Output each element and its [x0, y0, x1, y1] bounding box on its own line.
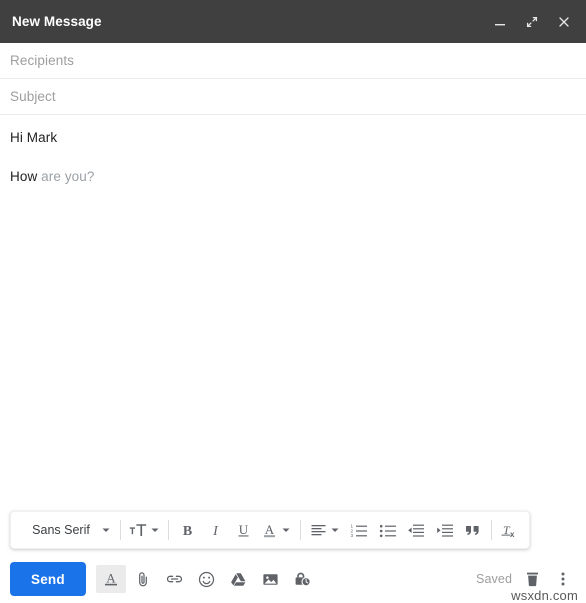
message-body[interactable]: Hi Mark How are you? [0, 115, 586, 511]
bottom-action-bar: Send A Saved [0, 555, 586, 603]
subject-field[interactable]: Subject [0, 79, 586, 115]
typed-text: How [10, 169, 38, 184]
indent-less-icon[interactable] [405, 516, 426, 544]
formatting-toolbar-wrapper: Sans Serif B I U A 1 2 3 T x [0, 511, 586, 555]
toolbar-divider [490, 520, 492, 540]
text-color-icon[interactable]: A [259, 516, 280, 544]
send-button[interactable]: Send [10, 562, 86, 596]
close-icon[interactable] [555, 13, 573, 31]
body-line-greeting: Hi Mark [10, 130, 58, 145]
watermark: wsxdn.com [511, 588, 578, 603]
minimize-icon[interactable] [491, 13, 509, 31]
underline-icon[interactable]: U [233, 516, 254, 544]
formatting-toolbar: Sans Serif B I U A 1 2 3 T x [10, 511, 530, 549]
svg-text:A: A [106, 571, 116, 586]
expand-icon[interactable] [523, 13, 541, 31]
svg-text:U: U [239, 522, 249, 537]
toolbar-divider [299, 520, 301, 540]
window-controls [491, 13, 573, 31]
titlebar: New Message [0, 0, 586, 43]
window-title: New Message [12, 14, 102, 29]
font-family-chevron-down-icon[interactable] [100, 525, 113, 535]
attachment-icon[interactable] [128, 565, 158, 593]
bulleted-list-icon[interactable] [377, 516, 398, 544]
smart-compose-suggestion: are you? [37, 169, 95, 184]
bold-icon[interactable]: B [176, 516, 197, 544]
emoji-icon[interactable] [192, 565, 222, 593]
align-left-icon[interactable] [308, 516, 329, 544]
remove-formatting-icon[interactable]: T x [499, 516, 520, 544]
text-color-chevron-down-icon[interactable] [280, 525, 293, 535]
svg-text:A: A [265, 522, 275, 537]
recipients-placeholder: Recipients [10, 53, 75, 68]
compose-tool-icons: A [95, 565, 318, 593]
google-drive-icon[interactable] [224, 565, 254, 593]
text-size-chevron-down-icon[interactable] [149, 525, 162, 535]
numbered-list-icon[interactable]: 1 2 3 [349, 516, 370, 544]
photo-icon[interactable] [256, 565, 286, 593]
saved-status: Saved [476, 572, 512, 586]
svg-text:x: x [510, 530, 515, 539]
link-icon[interactable] [160, 565, 190, 593]
svg-text:3: 3 [351, 533, 354, 538]
body-line-smart-compose: How are you? [10, 167, 576, 186]
toolbar-divider [119, 520, 121, 540]
compose-window: New Message Recipients Subject Hi Mark H… [0, 0, 586, 603]
formatting-icon[interactable]: A [95, 565, 126, 593]
subject-placeholder: Subject [10, 89, 56, 104]
svg-text:I: I [212, 524, 219, 539]
font-family-selector[interactable]: Sans Serif [20, 516, 100, 544]
quote-icon[interactable] [462, 516, 483, 544]
confidential-mode-icon[interactable] [288, 565, 318, 593]
recipients-field[interactable]: Recipients [0, 43, 586, 79]
text-size-icon[interactable] [128, 516, 149, 544]
indent-more-icon[interactable] [434, 516, 455, 544]
italic-icon[interactable]: I [205, 516, 226, 544]
svg-text:B: B [182, 524, 191, 539]
align-chevron-down-icon[interactable] [329, 525, 342, 535]
toolbar-divider [168, 520, 170, 540]
